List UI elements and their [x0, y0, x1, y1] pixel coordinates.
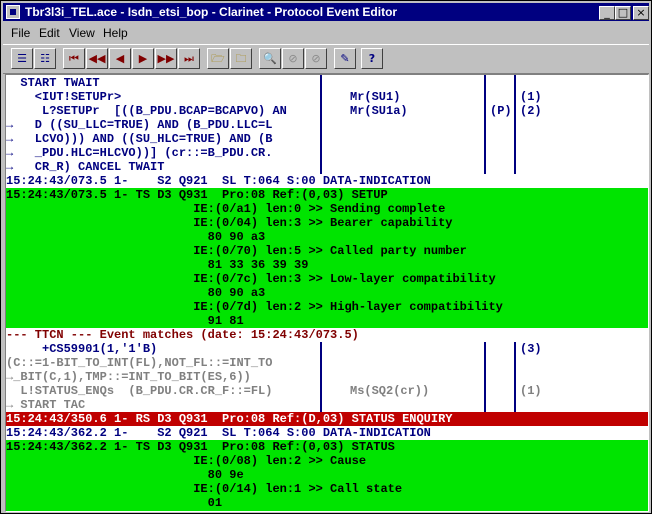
column-divider — [514, 342, 516, 412]
column-divider — [484, 75, 486, 174]
app-icon[interactable] — [6, 5, 20, 19]
find-previous-button[interactable]: ⊘ — [282, 48, 304, 69]
next-page-button[interactable]: ▶▶ — [155, 48, 177, 69]
close-button[interactable]: × — [633, 6, 649, 20]
main-window: Tbr3l3i_TEL.ace - Isdn_etsi_bop - Clarin… — [0, 0, 652, 514]
find-button[interactable]: 🔍 — [259, 48, 281, 69]
message-block-status[interactable]: 15:24:43/362.2 1- TS D3 Q931 Pro:08 Ref:… — [6, 440, 648, 511]
message-header: 15:24:43/073.5 1- TS D3 Q931 Pro:08 Ref:… — [6, 188, 388, 202]
ttcn-constraint: Ms(SQ2(cr)) — [350, 384, 430, 398]
event-log-view[interactable]: START TWAIT <IUT!SETUPr> L?SETUPr [((B_P… — [5, 74, 649, 512]
ttcn-row: L!STATUS_ENQs (B_PDU.CR.CR_F::=FL) — [6, 384, 273, 398]
window-title: Tbr3l3i_TEL.ace - Isdn_etsi_bop - Clarin… — [25, 5, 398, 19]
message-header: 15:24:43/362.2 1- TS D3 Q931 Pro:08 Ref:… — [6, 440, 395, 454]
message-ie-bytes: 91 81 — [6, 314, 244, 328]
message-ie-bytes: 81 33 36 39 39 — [6, 258, 309, 272]
event-line-status-enquiry[interactable]: 15:24:43/350.6 1- RS D3 Q931 Pro:08 Ref:… — [6, 412, 648, 426]
menu-help[interactable]: Help — [103, 26, 128, 40]
event-line[interactable]: 15:24:43/073.5 1- S2 Q921 SL T:064 S:00 … — [6, 174, 648, 188]
toolbar: ☰ ☷ ⏮ ◀◀ ◀ ▶ ▶▶ ⏭ 🗁 🗀 🔍 ⊘ ⊘ ✎ ? — [3, 44, 649, 74]
event-line[interactable]: 15:24:43/362.2 1- S2 Q921 SL T:064 S:00 … — [6, 426, 648, 440]
ttcn-row: → LCVO))) AND ((SU_HLC=TRUE) AND (B — [6, 132, 273, 146]
ttcn-row: (C::=1-BIT_TO_INT(FL),NOT_FL::=INT_TO — [6, 356, 273, 370]
ttcn-row: → START TAC — [6, 398, 86, 412]
column-divider — [320, 342, 322, 412]
message-block-setup[interactable]: 15:24:43/073.5 1- TS D3 Q931 Pro:08 Ref:… — [6, 188, 648, 328]
message-ie: IE:(0/14) len:1 >> Call state — [6, 482, 403, 496]
minimize-button[interactable]: _ — [599, 6, 615, 20]
ttcn-row: L?SETUPr [((B_PDU.BCAP=BCAPVO) AN — [13, 104, 287, 118]
ttcn-line-number: (2) — [520, 104, 542, 118]
ttcn-row: →_BIT(C,1),TMP::=INT_TO_BIT(ES,6)) — [6, 370, 251, 384]
open-folder-button[interactable]: 🗁 — [207, 48, 229, 69]
ttcn-constraint: Mr(SU1) — [350, 90, 401, 104]
message-ie-bytes: 80 90 a3 — [6, 286, 266, 300]
ttcn-row: START TWAIT — [13, 76, 100, 90]
ttcn-row: <IUT!SETUPr> — [13, 90, 122, 104]
column-divider — [514, 75, 516, 174]
previous-button[interactable]: ◀ — [109, 48, 131, 69]
ttcn-line-number: (1) — [520, 384, 542, 398]
menu-bar: File Edit View Help — [3, 23, 649, 42]
ttcn-row: +CS59901(1,'1'B) — [6, 342, 158, 356]
menu-view[interactable]: View — [69, 26, 95, 40]
ttcn-row: → _PDU.HLC=HLCVO))] (cr::=B_PDU.CR. — [6, 146, 273, 160]
edit-button[interactable]: ✎ — [334, 48, 356, 69]
menu-edit[interactable]: Edit — [39, 26, 60, 40]
title-bar[interactable]: Tbr3l3i_TEL.ace - Isdn_etsi_bop - Clarin… — [3, 3, 649, 21]
ttcn-match-line[interactable]: --- TTCN --- Event matches (date: 15:24:… — [6, 328, 648, 342]
message-ie: IE:(0/7d) len:2 >> High-layer compatibil… — [6, 300, 503, 314]
first-button[interactable]: ⏮ — [63, 48, 85, 69]
message-ie: IE:(0/08) len:2 >> Cause — [6, 454, 367, 468]
ttcn-constraint: Mr(SU1a) — [350, 104, 408, 118]
message-ie-bytes: 80 90 a3 — [6, 230, 266, 244]
column-divider — [484, 342, 486, 412]
ttcn-row: → CR_R) CANCEL TWAIT — [6, 160, 165, 174]
ttcn-row: → D ((SU_LLC=TRUE) AND (B_PDU.LLC=L — [6, 118, 273, 132]
message-ie: IE:(0/7c) len:3 >> Low-layer compatibili… — [6, 272, 496, 286]
view-list-button[interactable]: ☰ — [11, 48, 33, 69]
next-button[interactable]: ▶ — [132, 48, 154, 69]
ttcn-line-number: (3) — [520, 342, 542, 356]
view-tree-button[interactable]: ☷ — [34, 48, 56, 69]
menu-file[interactable]: File — [11, 26, 30, 40]
save-folder-button[interactable]: 🗀 — [230, 48, 252, 69]
message-ie-bytes: 01 — [6, 496, 223, 510]
message-ie: IE:(0/04) len:3 >> Bearer capability — [6, 216, 453, 230]
previous-page-button[interactable]: ◀◀ — [86, 48, 108, 69]
help-button[interactable]: ? — [361, 48, 383, 69]
maximize-button[interactable]: □ — [615, 6, 631, 20]
last-button[interactable]: ⏭ — [178, 48, 200, 69]
message-ie-bytes: 80 9e — [6, 468, 244, 482]
find-next-button[interactable]: ⊘ — [305, 48, 327, 69]
ttcn-verdict: (P) — [490, 104, 512, 118]
message-ie: IE:(0/a1) len:0 >> Sending complete — [6, 202, 446, 216]
message-ie: IE:(0/70) len:5 >> Called party number — [6, 244, 467, 258]
ttcn-line-number: (1) — [520, 90, 542, 104]
column-divider — [320, 75, 322, 174]
